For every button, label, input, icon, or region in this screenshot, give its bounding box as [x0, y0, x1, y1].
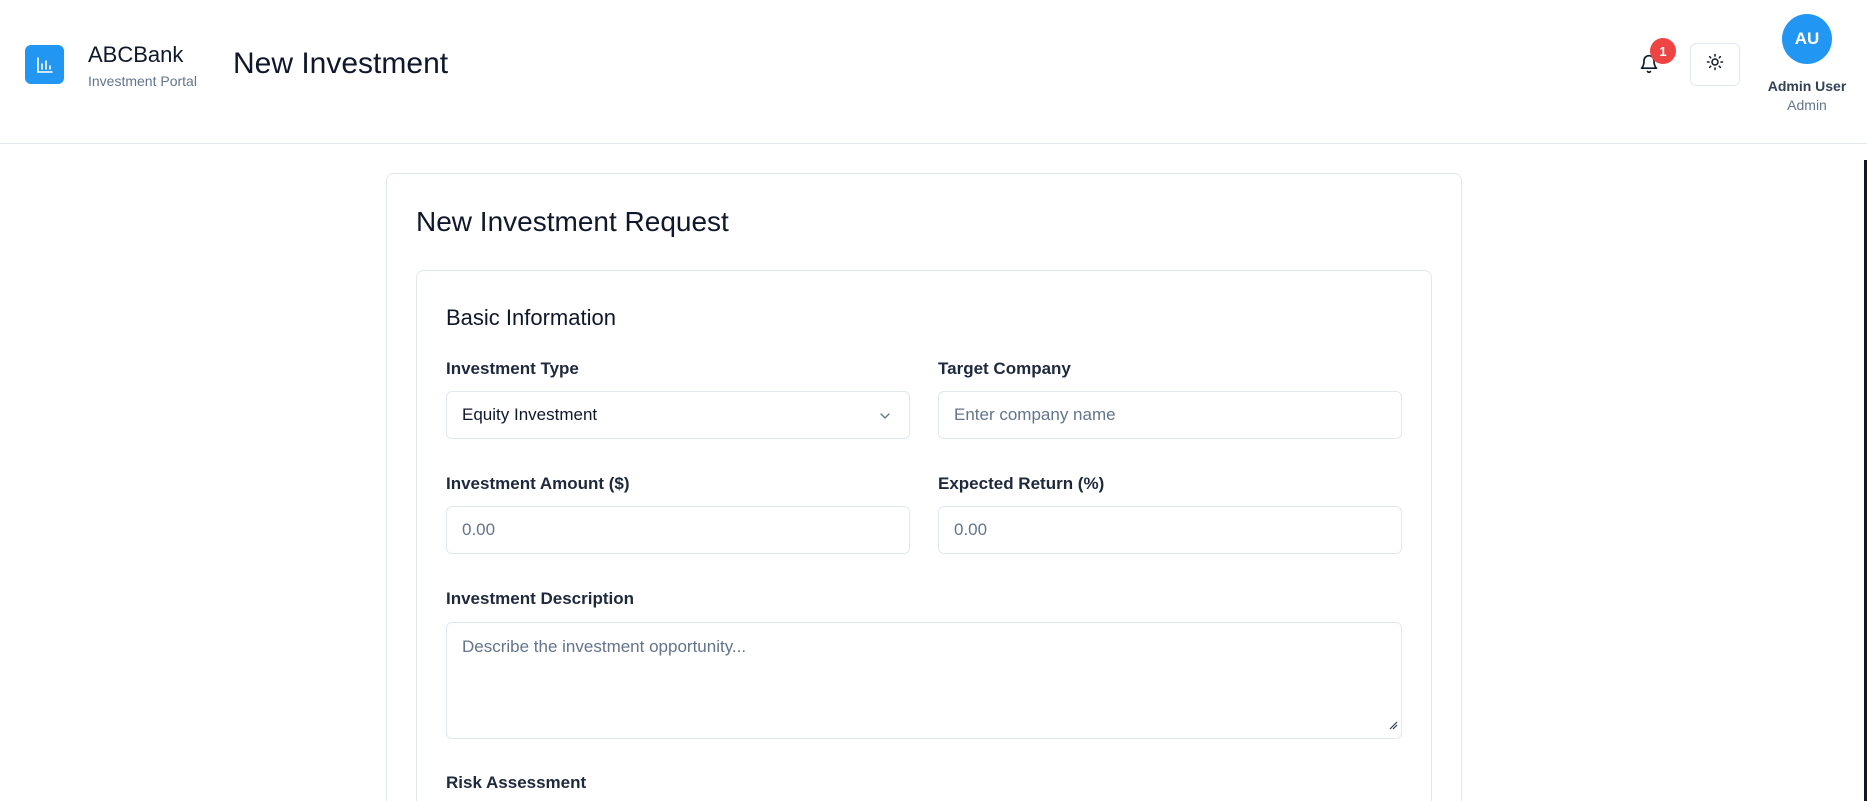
form-title: New Investment Request [416, 206, 729, 237]
investment-amount-field [446, 506, 910, 554]
expected-return-label: Expected Return (%) [938, 474, 1105, 493]
investment-type-label: Investment Type [446, 359, 579, 378]
brand-name: ABCBank [88, 42, 184, 67]
investment-description-label: Investment Description [446, 589, 634, 608]
resize-grip-icon[interactable] [1388, 717, 1398, 735]
expected-return-input[interactable] [954, 520, 1386, 540]
brand-subtitle: Investment Portal [88, 73, 197, 89]
investment-amount-input[interactable] [462, 520, 894, 540]
risk-assessment-label: Risk Assessment [446, 773, 587, 792]
bar-chart-icon[interactable] [25, 45, 64, 84]
section-title: Basic Information [446, 305, 616, 330]
target-company-input[interactable] [954, 405, 1386, 425]
expected-return-field [938, 506, 1402, 554]
user-role: Admin [1787, 97, 1827, 113]
notification-badge: 1 [1650, 38, 1676, 64]
sun-icon [1706, 53, 1724, 76]
investment-type-select[interactable]: Equity Investment [446, 391, 910, 439]
top-header: ABCBank Investment Portal New Investment… [0, 0, 1867, 144]
target-company-label: Target Company [938, 359, 1071, 378]
page-title: New Investment [233, 47, 449, 80]
chevron-down-icon [877, 408, 893, 429]
investment-description-input[interactable] [447, 623, 1401, 738]
target-company-field [938, 391, 1402, 439]
investment-type-value: Equity Investment [462, 405, 598, 424]
avatar[interactable]: AU [1782, 14, 1832, 64]
user-name: Admin User [1767, 78, 1847, 94]
investment-amount-label: Investment Amount ($) [446, 474, 630, 493]
theme-toggle-button[interactable] [1690, 43, 1740, 86]
investment-description-field [446, 622, 1402, 739]
